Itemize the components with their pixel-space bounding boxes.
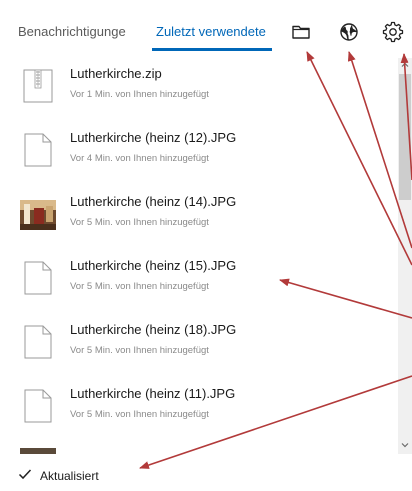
list-item-partial[interactable]: [0, 442, 398, 454]
scroll-up-button[interactable]: [398, 58, 412, 72]
recent-files-list: Lutherkirche.zip Vor 1 Min. von Ihnen hi…: [0, 58, 398, 454]
list-item[interactable]: Lutherkirche (heinz (11).JPG Vor 5 Min. …: [0, 378, 398, 442]
zip-icon: [23, 69, 53, 103]
list-item[interactable]: Lutherkirche (heinz (12).JPG Vor 4 Min. …: [0, 122, 398, 186]
globe-icon: [340, 23, 358, 41]
scrollbar-thumb[interactable]: [399, 74, 411, 200]
onedrive-activity-panel: Benachrichtigunge Zuletzt verwendete Lut…: [0, 0, 412, 491]
tab-notifications[interactable]: Benachrichtigunge: [18, 24, 126, 39]
image-thumbnail: [20, 200, 56, 230]
panel-header: Benachrichtigunge Zuletzt verwendete: [0, 0, 412, 58]
file-icon: [24, 325, 52, 359]
file-name: Lutherkirche.zip: [70, 66, 162, 81]
tab-recent-files[interactable]: Zuletzt verwendete: [156, 24, 266, 39]
list-item[interactable]: Lutherkirche (heinz (15).JPG Vor 5 Min. …: [0, 250, 398, 314]
scroll-down-button[interactable]: [398, 438, 412, 452]
list-item[interactable]: Lutherkirche.zip Vor 1 Min. von Ihnen hi…: [0, 58, 398, 122]
file-name: Lutherkirche (heinz (12).JPG: [70, 130, 237, 145]
file-name: Lutherkirche (heinz (15).JPG: [70, 258, 237, 273]
file-name: Lutherkirche (heinz (14).JPG: [70, 194, 237, 209]
file-meta: Vor 5 Min. von Ihnen hinzugefügt: [70, 217, 209, 228]
open-folder-button[interactable]: [289, 20, 313, 44]
chevron-down-icon: [401, 443, 409, 448]
gear-icon: [382, 21, 404, 43]
file-icon: [24, 133, 52, 167]
file-name: Lutherkirche (heinz (18).JPG: [70, 322, 237, 337]
active-tab-indicator: [152, 48, 272, 51]
partial-thumbnail: [20, 448, 56, 454]
chevron-up-icon: [401, 62, 409, 67]
file-icon: [24, 389, 52, 423]
checkmark-icon: [18, 469, 32, 480]
status-label: Aktualisiert: [40, 469, 99, 483]
file-name: Lutherkirche (heinz (11).JPG: [70, 386, 236, 401]
status-bar: Aktualisiert: [0, 456, 412, 491]
file-meta: Vor 4 Min. von Ihnen hinzugefügt: [70, 153, 209, 164]
list-scrollbar[interactable]: [398, 58, 412, 454]
view-online-button[interactable]: [337, 20, 361, 44]
file-meta: Vor 5 Min. von Ihnen hinzugefügt: [70, 409, 209, 420]
list-item[interactable]: Lutherkirche (heinz (14).JPG Vor 5 Min. …: [0, 186, 398, 250]
list-item[interactable]: Lutherkirche (heinz (18).JPG Vor 5 Min. …: [0, 314, 398, 378]
file-meta: Vor 1 Min. von Ihnen hinzugefügt: [70, 89, 209, 100]
file-meta: Vor 5 Min. von Ihnen hinzugefügt: [70, 281, 209, 292]
folder-icon: [292, 25, 310, 39]
file-icon: [24, 261, 52, 295]
settings-button[interactable]: [381, 20, 405, 44]
file-meta: Vor 5 Min. von Ihnen hinzugefügt: [70, 345, 209, 356]
